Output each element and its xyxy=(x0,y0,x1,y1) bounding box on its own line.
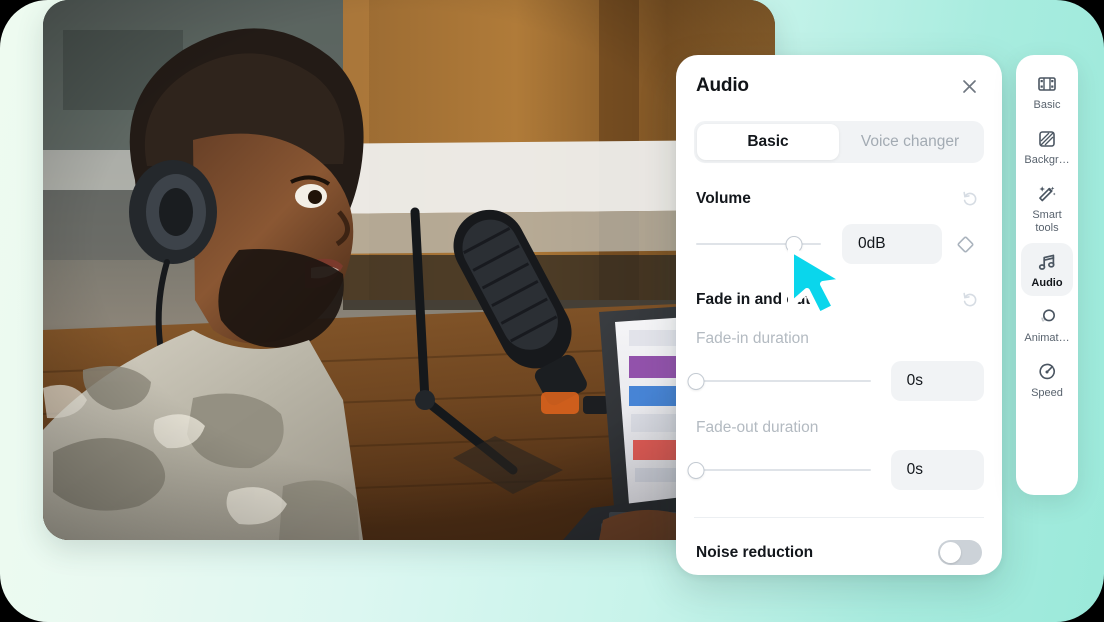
sidebar-item-label: Smart tools xyxy=(1032,209,1062,234)
audio-settings-panel: Audio Basic Voice changer Volume 0dB Fad… xyxy=(676,55,1002,575)
volume-section-header: Volume xyxy=(694,187,984,211)
tool-rail: Basic Backgr… Smart tools Audio Animat… … xyxy=(1016,55,1078,495)
reset-icon[interactable] xyxy=(958,187,982,211)
sidebar-item-basic[interactable]: Basic xyxy=(1021,65,1073,118)
sidebar-item-smart-tools[interactable]: Smart tools xyxy=(1021,175,1073,241)
volume-section-title: Volume xyxy=(696,190,751,207)
fade-in-value-field[interactable]: 0s xyxy=(890,361,984,401)
sidebar-item-label: Animat… xyxy=(1024,332,1070,344)
animation-icon xyxy=(1036,305,1058,329)
video-frame-image xyxy=(43,0,775,540)
speedometer-icon xyxy=(1036,360,1058,384)
sidebar-item-audio[interactable]: Audio xyxy=(1021,243,1073,296)
sidebar-item-label: Speed xyxy=(1031,387,1063,399)
fade-out-slider-thumb[interactable] xyxy=(687,461,705,479)
toggle-knob xyxy=(940,542,961,563)
fade-out-control-row: 0s xyxy=(687,450,984,490)
sidebar-item-label: Basic xyxy=(1033,99,1061,111)
volume-slider-track xyxy=(696,243,821,245)
fade-in-slider[interactable] xyxy=(687,370,871,392)
audio-mode-tabs: Basic Voice changer xyxy=(694,121,984,163)
fade-in-label: Fade-in duration xyxy=(696,330,809,347)
video-preview[interactable] xyxy=(43,0,775,540)
fade-section-header: Fade in and out xyxy=(694,288,984,312)
tab-basic[interactable]: Basic xyxy=(697,124,839,160)
volume-slider-thumb[interactable] xyxy=(785,235,802,253)
fade-out-value-field[interactable]: 0s xyxy=(890,450,984,490)
sidebar-item-animation[interactable]: Animat… xyxy=(1021,298,1073,351)
section-divider xyxy=(694,517,984,518)
sidebar-item-background[interactable]: Backgr… xyxy=(1021,120,1073,173)
reset-icon[interactable] xyxy=(958,288,982,312)
noise-reduction-label: Noise reduction xyxy=(696,543,814,561)
noise-reduction-toggle[interactable] xyxy=(938,540,982,565)
background-icon xyxy=(1036,127,1058,151)
volume-control-row: 0dB xyxy=(694,224,984,264)
keyframe-diamond-icon[interactable] xyxy=(952,231,978,257)
music-note-icon xyxy=(1036,250,1059,274)
fade-in-control-row: 0s xyxy=(687,361,984,401)
close-icon[interactable] xyxy=(956,73,982,99)
volume-value-field[interactable]: 0dB xyxy=(842,224,942,264)
fade-out-slider[interactable] xyxy=(687,459,871,481)
fade-in-slider-thumb[interactable] xyxy=(687,372,705,390)
sidebar-item-label: Backgr… xyxy=(1024,154,1070,166)
panel-header: Audio xyxy=(694,55,984,117)
tab-voice-changer[interactable]: Voice changer xyxy=(839,124,981,160)
page-title: Audio xyxy=(696,75,749,96)
film-strip-icon xyxy=(1036,72,1058,96)
sidebar-item-label: Audio xyxy=(1031,277,1063,289)
volume-slider[interactable] xyxy=(696,233,821,255)
magic-wand-icon xyxy=(1036,182,1058,206)
fade-section-title: Fade in and out xyxy=(696,291,811,308)
fade-out-slider-track xyxy=(696,469,871,471)
fade-out-label: Fade-out duration xyxy=(696,419,819,436)
sidebar-item-speed[interactable]: Speed xyxy=(1021,353,1073,406)
fade-in-slider-track xyxy=(696,380,871,382)
noise-reduction-row: Noise reduction xyxy=(694,540,984,565)
